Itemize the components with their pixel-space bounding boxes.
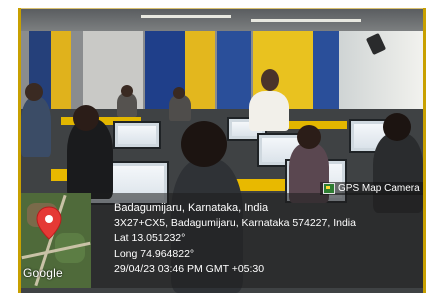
frame-right-border <box>423 8 426 293</box>
map-camera-icon <box>323 183 335 194</box>
monitor-1 <box>113 121 161 149</box>
person-left-head <box>25 83 43 101</box>
person-left <box>21 97 51 157</box>
longitude-line: Long 74.964822° <box>114 247 195 260</box>
person-instructor-head <box>261 69 279 91</box>
wall-stripe-blue-4 <box>313 27 339 122</box>
app-badge-label: GPS Map Camera <box>338 183 420 194</box>
latitude-line: Lat 13.051232° <box>114 232 186 245</box>
person-right-2-head <box>383 113 411 141</box>
ceiling <box>21 9 423 31</box>
timestamp-line: 29/04/23 03:46 PM GMT +05:30 <box>114 262 265 275</box>
person-center-head <box>181 121 227 167</box>
place-name: Badagumijaru, Karnataka, India <box>114 202 269 214</box>
person-student-1 <box>67 119 113 199</box>
person-back-2-head <box>173 87 185 99</box>
desk-front-2 <box>235 179 285 191</box>
wall-stripe-blue-3 <box>217 27 251 122</box>
ceiling-light-2 <box>251 19 361 22</box>
location-info: Badagumijaru, Karnataka, India 3X27+CX5,… <box>114 201 420 277</box>
wall-stripe-yellow <box>51 27 71 122</box>
person-student-1-head <box>73 105 99 131</box>
person-right-1-head <box>297 125 321 149</box>
person-instructor <box>249 91 289 131</box>
location-pin-icon <box>36 206 62 240</box>
person-back-1-head <box>121 85 133 97</box>
address-line: 3X27+CX5, Badagumijaru, Karnataka 574227… <box>114 217 356 230</box>
ceiling-light <box>141 15 231 18</box>
map-provider-logo: Google <box>23 266 63 280</box>
app-badge: GPS Map Camera <box>320 182 423 195</box>
